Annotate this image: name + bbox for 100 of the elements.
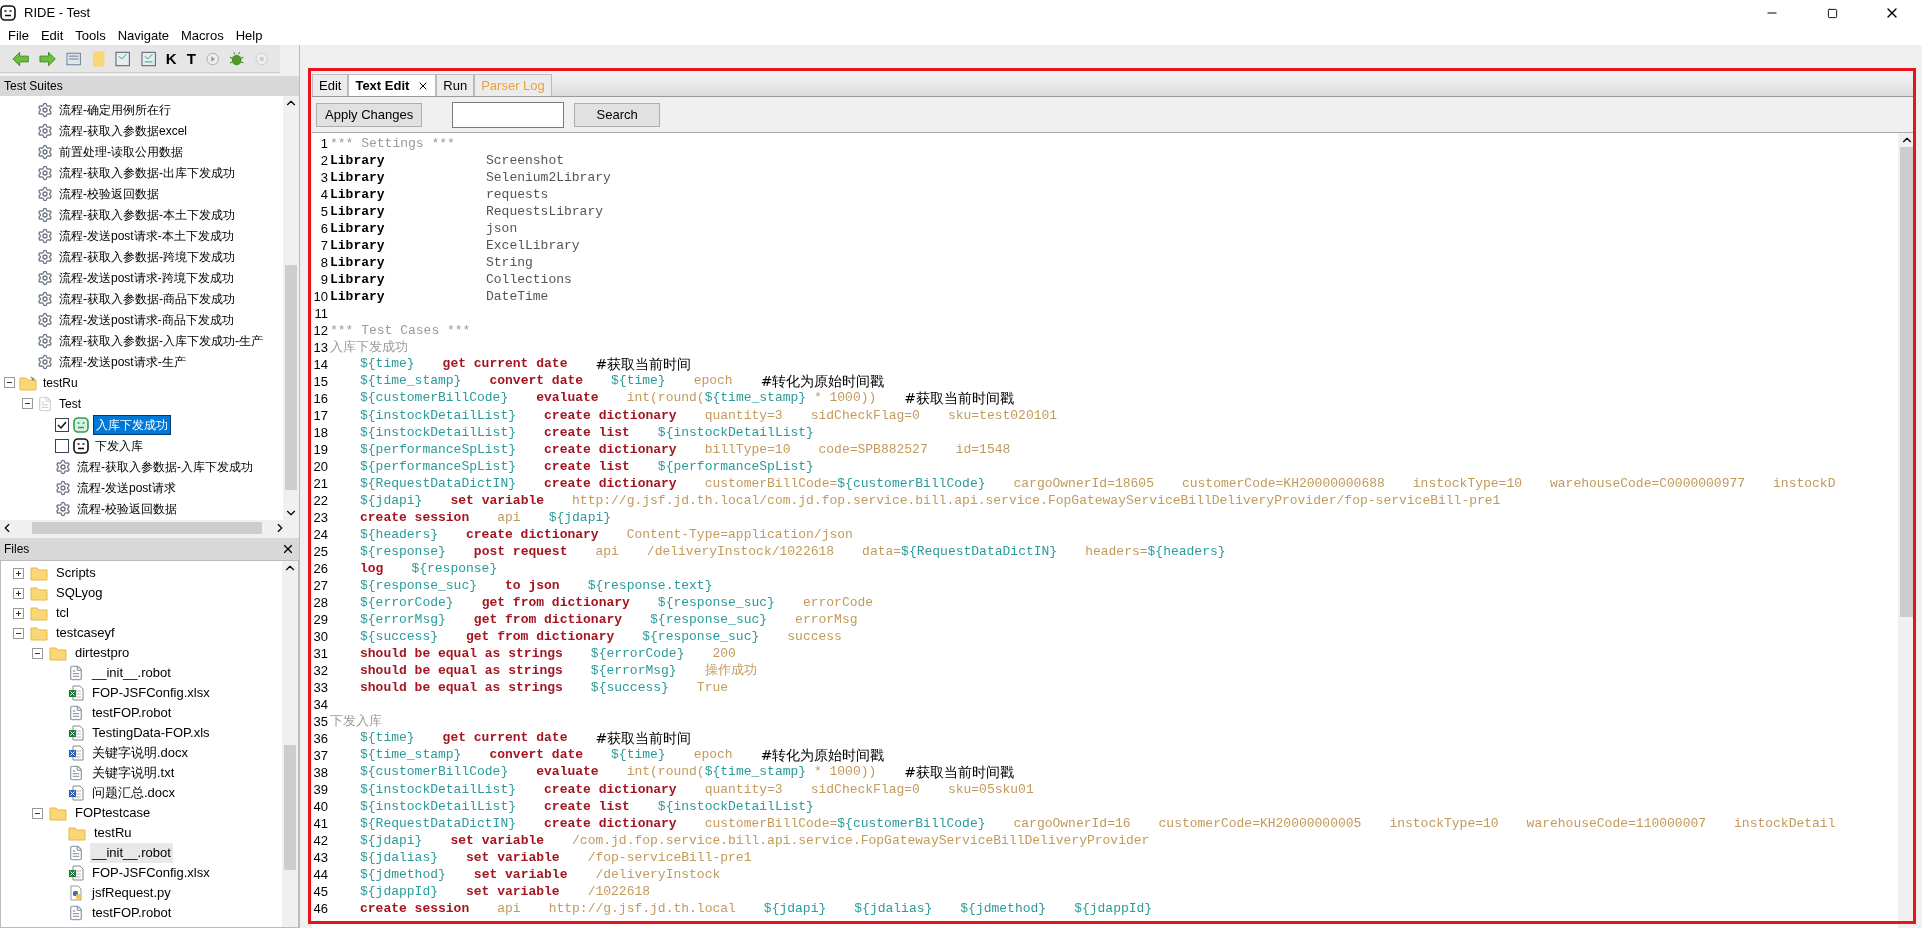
open-icon[interactable] [66, 50, 82, 67]
tree-item[interactable]: 流程-获取入参数据-本土下发成功 [57, 205, 237, 224]
close-icon[interactable] [281, 542, 295, 556]
tree-item[interactable]: 流程-校验返回数据 [57, 184, 161, 203]
expand-icon[interactable] [13, 567, 24, 579]
menu-item[interactable]: File [8, 25, 29, 46]
collapse-icon[interactable] [13, 627, 24, 639]
word-document-icon [68, 785, 84, 801]
code-line: 下发入库 [330, 712, 382, 731]
line-number: 36 [312, 729, 328, 748]
scrollbar[interactable] [283, 96, 299, 520]
save-icon[interactable] [115, 50, 131, 67]
tree-item[interactable]: 流程-获取入参数据-入库下发成功 [75, 457, 255, 476]
explorer-entry[interactable]: testcaseyf [54, 623, 117, 643]
save-all-icon[interactable] [140, 50, 156, 67]
tree-item[interactable]: 流程-发送post请求-本土下发成功 [57, 226, 236, 245]
expand-icon[interactable] [13, 587, 24, 599]
checkbox[interactable] [55, 438, 69, 453]
tree-item[interactable]: 流程-获取入参数据-商品下发成功 [57, 289, 237, 308]
tree-item[interactable]: 流程-发送post请求-跨境下发成功 [57, 268, 236, 287]
code-line: Library json [330, 219, 518, 238]
line-number: 27 [312, 576, 328, 595]
tab[interactable]: Run [436, 74, 475, 96]
tree-item[interactable]: 流程-获取入参数据-入库下发成功-生产 [57, 331, 265, 350]
code-line: ${customerBillCode} evaluate int(round(${time_stamp} * 1000)) #获取当前时间戳 [360, 762, 1015, 782]
collapse-icon[interactable] [32, 807, 43, 819]
apply-changes-button[interactable]: Apply Changes [316, 102, 423, 127]
code-line: create session api http://g.jsf.jd.th.local ${jdapi} ${jdalias} ${jdmethod} ${jdappId} [360, 899, 1153, 918]
explorer-entry[interactable]: Scripts [54, 563, 98, 583]
tree-item[interactable]: 流程-确定用例所在行 [57, 100, 173, 119]
forward-arrow-icon[interactable] [39, 50, 57, 67]
tree-item[interactable]: 流程-发送post请求-商品下发成功 [57, 310, 236, 329]
menu-item[interactable]: Navigate [117, 25, 170, 46]
tree-item[interactable]: 流程-校验返回数据 [75, 499, 179, 518]
line-number: 44 [312, 865, 328, 884]
explorer-entry[interactable]: FOP-JSFConfig.xlsx [90, 863, 212, 883]
collapse-icon[interactable] [32, 647, 43, 659]
line-number: 43 [312, 848, 328, 867]
code-line: ${RequestDataDictIN} create dictionary customerBillCode=${customerBillCode} cargoOwnerId=16 customerCode=KH20000000005 instockType=10 warehouseCode=110000007 instockDetail [360, 814, 1836, 833]
explorer-entry[interactable]: SQLyog [54, 583, 105, 603]
panel-title: Files [4, 541, 30, 558]
menu-item[interactable]: Help [235, 25, 263, 46]
code-line: ${performanceSpList} create list ${performanceSpList} [360, 457, 814, 476]
gear-icon [37, 185, 53, 202]
tree-item[interactable]: 流程-获取入参数据-跨境下发成功 [57, 247, 237, 266]
explorer-entry[interactable]: jsfRequest.py [90, 883, 173, 903]
explorer-entry[interactable]: testFOP.robot [90, 903, 174, 923]
explorer-entry[interactable]: 问题汇总.docx [90, 783, 178, 803]
explorer-entry[interactable]: 关键字说明.docx [90, 743, 191, 763]
explorer-entry[interactable]: FOPtestcase [73, 803, 153, 823]
search-field[interactable] [452, 101, 565, 128]
tab[interactable]: Text Edit [348, 74, 437, 96]
code-line: ${time_stamp} convert date ${time} epoch #转化为原始时间戳 [360, 745, 885, 765]
line-number: 28 [312, 593, 328, 612]
checkbox[interactable] [55, 417, 69, 432]
explorer-entry[interactable]: tcl [54, 603, 71, 623]
code-line: Library DateTime [330, 287, 549, 306]
explorer-entry[interactable]: testFOP.robot [90, 703, 174, 723]
collapse-icon[interactable] [22, 398, 33, 409]
tree-item[interactable]: 入库下发成功 [93, 414, 171, 435]
search-button[interactable]: Search [574, 102, 661, 127]
tree-item[interactable]: 流程-获取入参数据excel [57, 121, 189, 140]
tree-item[interactable]: testRu [41, 373, 80, 392]
line-number: 8 [319, 253, 328, 272]
line-number: 10 [312, 287, 328, 306]
line-number: 37 [312, 746, 328, 765]
tree-item[interactable]: 前置处理-读取公用数据 [57, 142, 185, 161]
code-line: ${errorCode} get from dictionary ${response_suc} errorCode [360, 593, 874, 612]
tree-item[interactable]: Test [57, 394, 83, 413]
explorer-entry[interactable]: dirtestpro [73, 643, 132, 663]
gear-icon [37, 269, 53, 286]
gear-icon [37, 143, 53, 160]
explorer-entry[interactable]: __init__.robot [90, 843, 173, 863]
tab[interactable]: Edit [312, 74, 349, 96]
line-number: 14 [312, 355, 328, 374]
collapse-icon[interactable] [4, 377, 15, 388]
code-line: ${instockDetailList} create dictionary quantity=3 sidCheckFlag=0 sku=test020101 [360, 406, 1058, 425]
explorer-entry[interactable]: 关键字说明.txt [90, 763, 177, 783]
explorer-entry[interactable]: TestingData-FOP.xls [90, 723, 212, 743]
explorer-entry[interactable]: FOP-JSFConfig.xlsx [90, 683, 212, 703]
tree-item[interactable]: 流程-发送post请求-生产 [57, 352, 188, 371]
line-number: 3 [319, 168, 328, 187]
tree-item[interactable]: 流程-发送post请求 [75, 478, 178, 497]
toolbar-button[interactable]: K [165, 51, 177, 66]
tree-item[interactable]: 流程-获取入参数据-出库下发成功 [57, 163, 237, 182]
explorer-entry[interactable]: testRu [92, 823, 134, 843]
expand-icon[interactable] [13, 607, 24, 619]
tree-item[interactable]: 下发入库 [93, 436, 145, 455]
menu-item[interactable]: Macros [181, 25, 224, 46]
toolbar-button[interactable]: T [186, 51, 196, 66]
scrollbar[interactable] [282, 561, 298, 927]
code-line: ${jdalias} set variable /fop-serviceBill-pre1 [360, 848, 752, 867]
line-number: 15 [312, 372, 328, 391]
bug-icon[interactable] [229, 50, 245, 67]
code-line: ${time} get current date #获取当前时间 [360, 354, 692, 374]
line-number: 24 [312, 525, 328, 544]
explorer-entry[interactable]: __init__.robot [90, 663, 173, 683]
menu-item[interactable]: Tools [75, 25, 106, 46]
back-arrow-icon[interactable] [12, 50, 30, 67]
menu-item[interactable]: Edit [40, 25, 64, 46]
